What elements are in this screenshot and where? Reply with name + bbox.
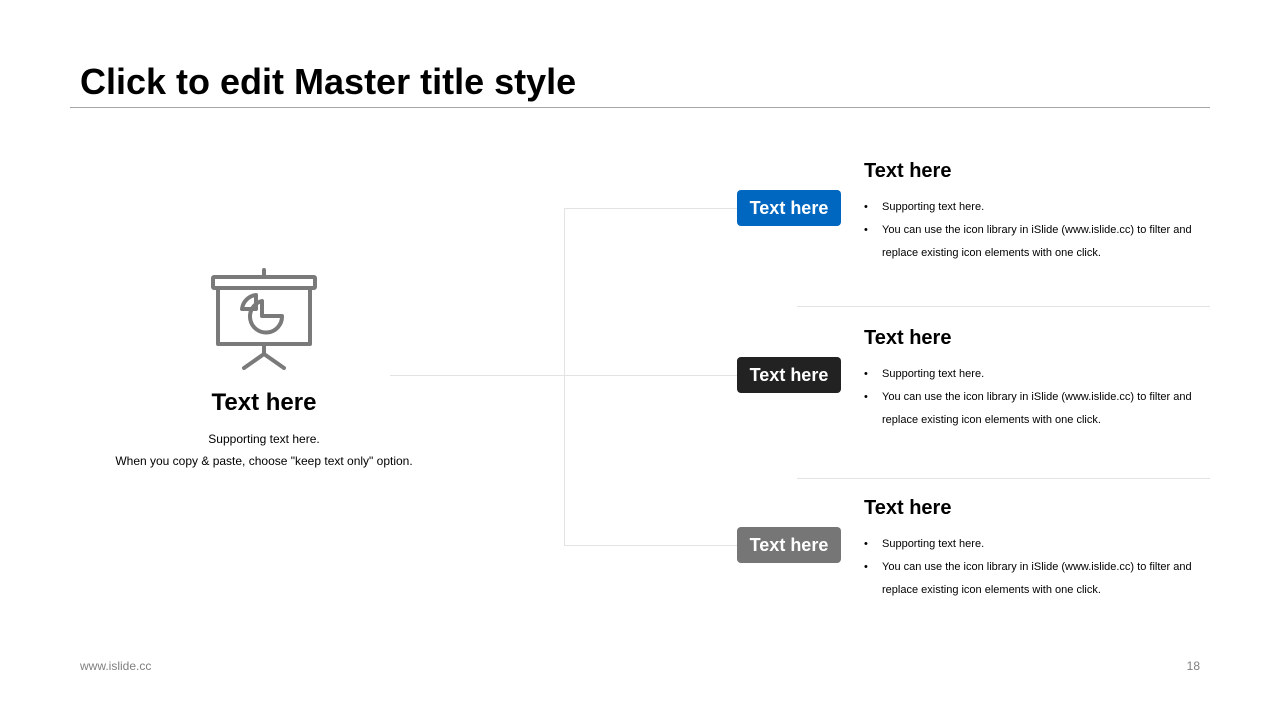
item-title-1[interactable]: Text here bbox=[864, 158, 951, 184]
item-bullets-3[interactable]: Supporting text here. You can use the ic… bbox=[864, 533, 1204, 602]
item-separator bbox=[797, 306, 1210, 307]
left-support-line-2: When you copy & paste, choose "keep text… bbox=[115, 454, 413, 468]
bullet-item: You can use the icon library in iSlide (… bbox=[864, 386, 1204, 432]
item-badge-2[interactable]: Text here bbox=[737, 357, 841, 393]
item-badge-3[interactable]: Text here bbox=[737, 527, 841, 563]
presentation-board-icon bbox=[211, 268, 317, 370]
item-separator bbox=[797, 478, 1210, 479]
bullet-item: Supporting text here. bbox=[864, 533, 1204, 556]
connector-vertical bbox=[564, 208, 565, 546]
left-summary: Text here Supporting text here. When you… bbox=[90, 268, 438, 472]
item-bullets-2[interactable]: Supporting text here. You can use the ic… bbox=[864, 363, 1204, 432]
left-heading[interactable]: Text here bbox=[90, 388, 438, 418]
item-title-3[interactable]: Text here bbox=[864, 495, 951, 521]
slide: Click to edit Master title style Text he… bbox=[0, 0, 1280, 720]
page-number: 18 bbox=[1186, 659, 1200, 673]
bullet-item: Supporting text here. bbox=[864, 196, 1204, 219]
item-bullets-1[interactable]: Supporting text here. You can use the ic… bbox=[864, 196, 1204, 265]
left-support-line-1: Supporting text here. bbox=[208, 432, 320, 446]
bullet-item: Supporting text here. bbox=[864, 363, 1204, 386]
bullet-item: You can use the icon library in iSlide (… bbox=[864, 219, 1204, 265]
connector-branch-3 bbox=[564, 545, 738, 546]
footer-url: www.islide.cc bbox=[80, 659, 152, 673]
title-underline bbox=[70, 107, 1210, 108]
left-supporting-text[interactable]: Supporting text here. When you copy & pa… bbox=[90, 428, 438, 472]
item-badge-1[interactable]: Text here bbox=[737, 190, 841, 226]
bullet-item: You can use the icon library in iSlide (… bbox=[864, 556, 1204, 602]
item-title-2[interactable]: Text here bbox=[864, 325, 951, 351]
connector-branch-1 bbox=[564, 208, 738, 209]
slide-title[interactable]: Click to edit Master title style bbox=[80, 60, 576, 104]
